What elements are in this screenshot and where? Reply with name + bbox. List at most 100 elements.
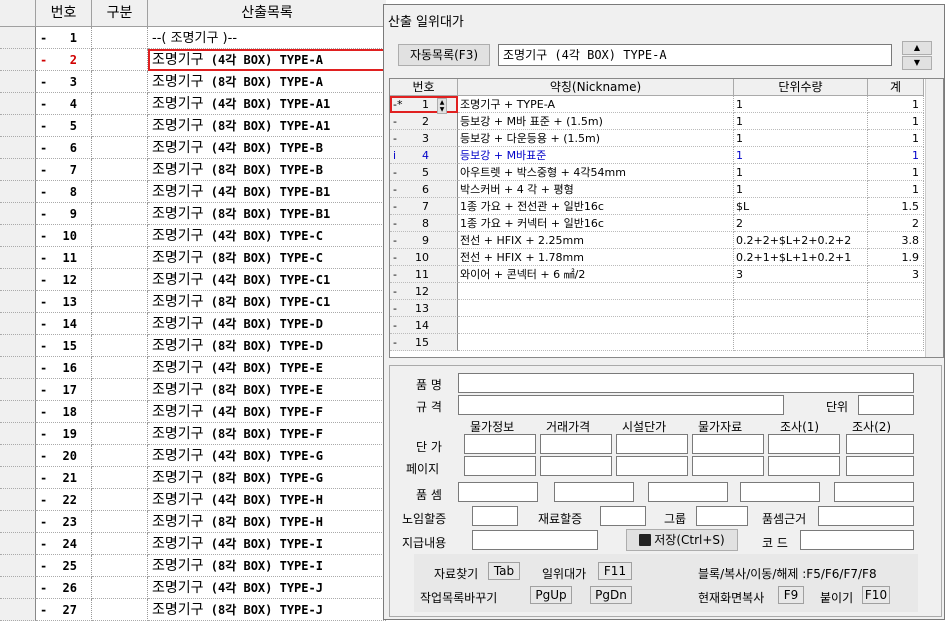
grid-col-number[interactable]: 번호: [390, 79, 458, 96]
grid-row[interactable]: -11 와이어 + 콘넥터 + 6 ㎟/2 3 3: [390, 266, 943, 283]
row-selector[interactable]: [0, 27, 36, 49]
item-name-cell[interactable]: 조명기구 (8각 BOX) TYPE-C: [148, 247, 386, 269]
row-selector[interactable]: [0, 115, 36, 137]
category-cell[interactable]: [92, 71, 148, 93]
grid-unit-qty-cell[interactable]: 0.2+1+$L+1+0.2+1: [734, 249, 868, 266]
unit-price-field-3[interactable]: [616, 434, 688, 454]
item-name-cell[interactable]: 조명기구 (8각 BOX) TYPE-I: [148, 555, 386, 577]
grid-row[interactable]: -* 1 조명기구 + TYPE-A 1 1: [390, 96, 943, 113]
item-name-cell[interactable]: 조명기구 (8각 BOX) TYPE-A: [148, 71, 386, 93]
category-cell[interactable]: [92, 489, 148, 511]
grid-row-number-cell[interactable]: -8: [390, 215, 458, 232]
grid-nickname-cell[interactable]: 전선 + HFIX + 1.78mm: [458, 249, 734, 266]
category-cell[interactable]: [92, 555, 148, 577]
grid-unit-qty-cell[interactable]: 1: [734, 96, 868, 113]
grid-row[interactable]: -3 등보강 + 다운등용 + (1.5m) 1 1: [390, 130, 943, 147]
category-cell[interactable]: [92, 27, 148, 49]
item-name-cell[interactable]: 조명기구 (8각 BOX) TYPE-E: [148, 379, 386, 401]
item-name-cell[interactable]: 조명기구 (4각 BOX) TYPE-D: [148, 313, 386, 335]
grid-row[interactable]: -6 박스커버 + 4 각 + 평형 1 1: [390, 181, 943, 198]
list-row[interactable]: -8 조명기구 (4각 BOX) TYPE-B1: [0, 181, 386, 203]
row-selector[interactable]: [0, 313, 36, 335]
row-selector[interactable]: [0, 225, 36, 247]
item-name-cell[interactable]: 조명기구 (4각 BOX) TYPE-E: [148, 357, 386, 379]
group-field[interactable]: [696, 506, 748, 526]
page-field-4[interactable]: [692, 456, 764, 476]
grid-row[interactable]: -7 1종 가요 + 전선관 + 일반16c $L 1.5: [390, 198, 943, 215]
grid-nickname-cell[interactable]: 와이어 + 콘넥터 + 6 ㎟/2: [458, 266, 734, 283]
grid-col-nickname[interactable]: 약칭(Nickname): [458, 79, 734, 96]
item-name-cell[interactable]: 조명기구 (4각 BOX) TYPE-B1: [148, 181, 386, 203]
col-header-category[interactable]: 구분: [92, 0, 148, 26]
category-cell[interactable]: [92, 467, 148, 489]
grid-nickname-cell[interactable]: 등보강 + M바 표준 + (1.5m): [458, 113, 734, 130]
grid-row[interactable]: - 14: [390, 317, 943, 334]
category-cell[interactable]: [92, 269, 148, 291]
code-field[interactable]: [800, 530, 914, 550]
col-header-number[interactable]: 번호: [36, 0, 92, 26]
col-header-item-list[interactable]: 산출목록: [148, 0, 386, 26]
product-calc-field-2[interactable]: [554, 482, 634, 502]
grid-row-number-cell[interactable]: -* 1: [390, 96, 458, 113]
grid-row-number-cell[interactable]: - 11: [390, 266, 458, 283]
spec-field[interactable]: [458, 395, 784, 415]
row-spinner[interactable]: ▲ ▼: [437, 98, 447, 114]
row-selector[interactable]: [0, 379, 36, 401]
grid-nickname-cell[interactable]: [458, 317, 734, 334]
grid-unit-qty-cell[interactable]: [734, 317, 868, 334]
shortcut-paste-key[interactable]: F10: [862, 586, 890, 604]
list-row[interactable]: -12 조명기구 (4각 BOX) TYPE-C1: [0, 269, 386, 291]
grid-unit-qty-cell[interactable]: 1: [734, 164, 868, 181]
list-row[interactable]: -3 조명기구 (8각 BOX) TYPE-A: [0, 71, 386, 93]
grid-unit-qty-cell[interactable]: [734, 300, 868, 317]
category-cell[interactable]: [92, 181, 148, 203]
list-row[interactable]: -15 조명기구 (8각 BOX) TYPE-D: [0, 335, 386, 357]
material-ratio-field[interactable]: [600, 506, 646, 526]
row-selector[interactable]: [0, 137, 36, 159]
list-row[interactable]: -24 조명기구 (4각 BOX) TYPE-I: [0, 533, 386, 555]
grid-scrollbar[interactable]: [925, 79, 943, 357]
category-cell[interactable]: [92, 291, 148, 313]
row-selector[interactable]: [0, 467, 36, 489]
grid-nickname-cell[interactable]: [458, 334, 734, 351]
labor-ratio-field[interactable]: [472, 506, 518, 526]
item-name-cell[interactable]: 조명기구 (8각 BOX) TYPE-F: [148, 423, 386, 445]
grid-nickname-cell[interactable]: 등보강 + M바표준: [458, 147, 734, 164]
item-name-cell[interactable]: 조명기구 (4각 BOX) TYPE-C: [148, 225, 386, 247]
item-name-cell[interactable]: --( 조명기구 )--: [148, 27, 386, 49]
item-name-cell[interactable]: 조명기구 (4각 BOX) TYPE-G: [148, 445, 386, 467]
list-row[interactable]: -17 조명기구 (8각 BOX) TYPE-E: [0, 379, 386, 401]
grid-unit-qty-cell[interactable]: 3: [734, 266, 868, 283]
grid-unit-qty-cell[interactable]: 0.2+2+$L+2+0.2+2: [734, 232, 868, 249]
unit-field[interactable]: [858, 395, 914, 415]
category-cell[interactable]: [92, 137, 148, 159]
product-calc-field-5[interactable]: [834, 482, 914, 502]
list-row[interactable]: -6 조명기구 (4각 BOX) TYPE-B: [0, 137, 386, 159]
shortcut-pgdn-key[interactable]: PgDn: [590, 586, 632, 604]
list-row[interactable]: -23 조명기구 (8각 BOX) TYPE-H: [0, 511, 386, 533]
item-name-cell[interactable]: 조명기구 (4각 BOX) TYPE-I: [148, 533, 386, 555]
grid-row-number-cell[interactable]: - 12: [390, 283, 458, 300]
shortcut-find-key[interactable]: Tab: [488, 562, 520, 580]
grid-row-number-cell[interactable]: -5: [390, 164, 458, 181]
category-cell[interactable]: [92, 577, 148, 599]
grid-row-number-cell[interactable]: i4: [390, 147, 458, 164]
item-name-cell[interactable]: 조명기구 (8각 BOX) TYPE-J: [148, 599, 386, 621]
grid-unit-qty-cell[interactable]: 1: [734, 113, 868, 130]
grid-row[interactable]: - 10 전선 + HFIX + 1.78mm 0.2+1+$L+1+0.2+1 1.9: [390, 249, 943, 266]
list-row[interactable]: -11 조명기구 (8각 BOX) TYPE-C: [0, 247, 386, 269]
grid-row-number-cell[interactable]: -6: [390, 181, 458, 198]
row-selector[interactable]: [0, 159, 36, 181]
grid-row-number-cell[interactable]: -3: [390, 130, 458, 147]
grid-nickname-cell[interactable]: [458, 283, 734, 300]
list-row[interactable]: -27 조명기구 (8각 BOX) TYPE-J: [0, 599, 386, 621]
list-row[interactable]: -1 --( 조명기구 )--: [0, 27, 386, 49]
auto-list-button[interactable]: 자동목록(F3): [398, 44, 490, 66]
shortcut-copy-screen-key[interactable]: F9: [778, 586, 804, 604]
list-row[interactable]: -4 조명기구 (4각 BOX) TYPE-A1: [0, 93, 386, 115]
grid-unit-qty-cell[interactable]: $L: [734, 198, 868, 215]
category-cell[interactable]: [92, 335, 148, 357]
grid-row[interactable]: -5 아우트렛 + 박스중형 + 4각54mm 1 1: [390, 164, 943, 181]
grid-unit-qty-cell[interactable]: 1: [734, 130, 868, 147]
row-selector[interactable]: [0, 357, 36, 379]
